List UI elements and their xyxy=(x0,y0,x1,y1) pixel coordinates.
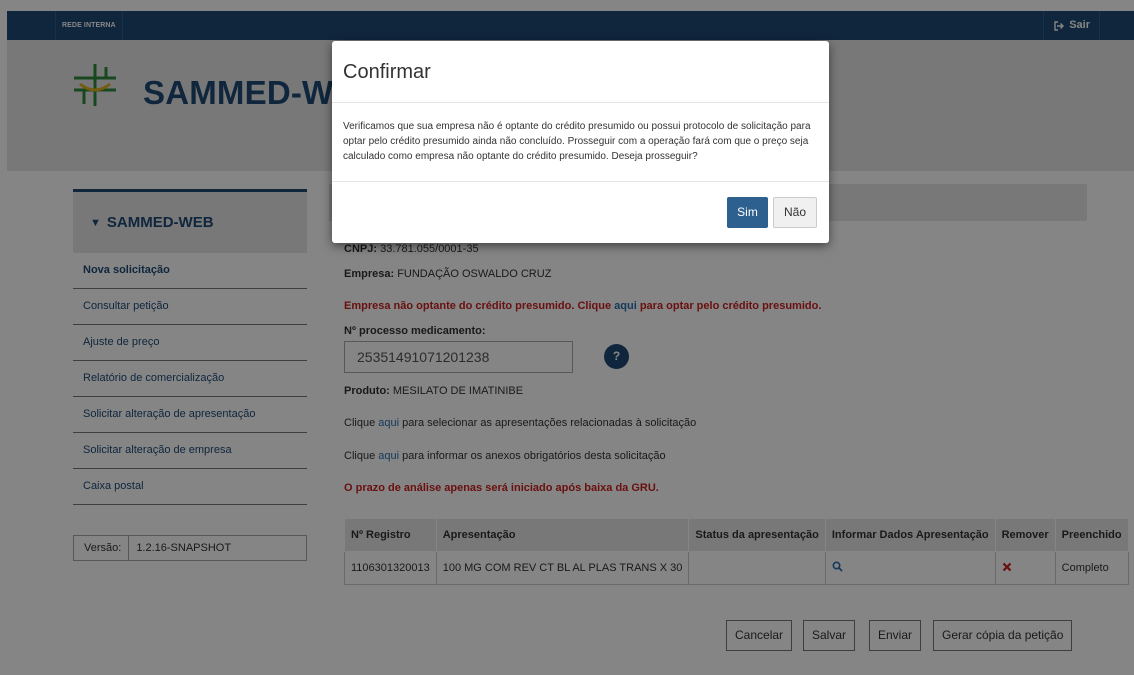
dialog-title: Confirmar xyxy=(332,41,829,103)
yes-button[interactable]: Sim xyxy=(727,197,768,228)
no-button[interactable]: Não xyxy=(773,197,817,228)
page: REDE INTERNA Sair SAMMED-WEB ▼ SAMMED-WE… xyxy=(0,0,1134,675)
confirm-dialog: Confirmar Verificamos que sua empresa nã… xyxy=(332,41,829,243)
dialog-message: Verificamos que sua empresa não é optant… xyxy=(332,103,829,182)
dialog-footer: Sim Não xyxy=(332,182,829,242)
